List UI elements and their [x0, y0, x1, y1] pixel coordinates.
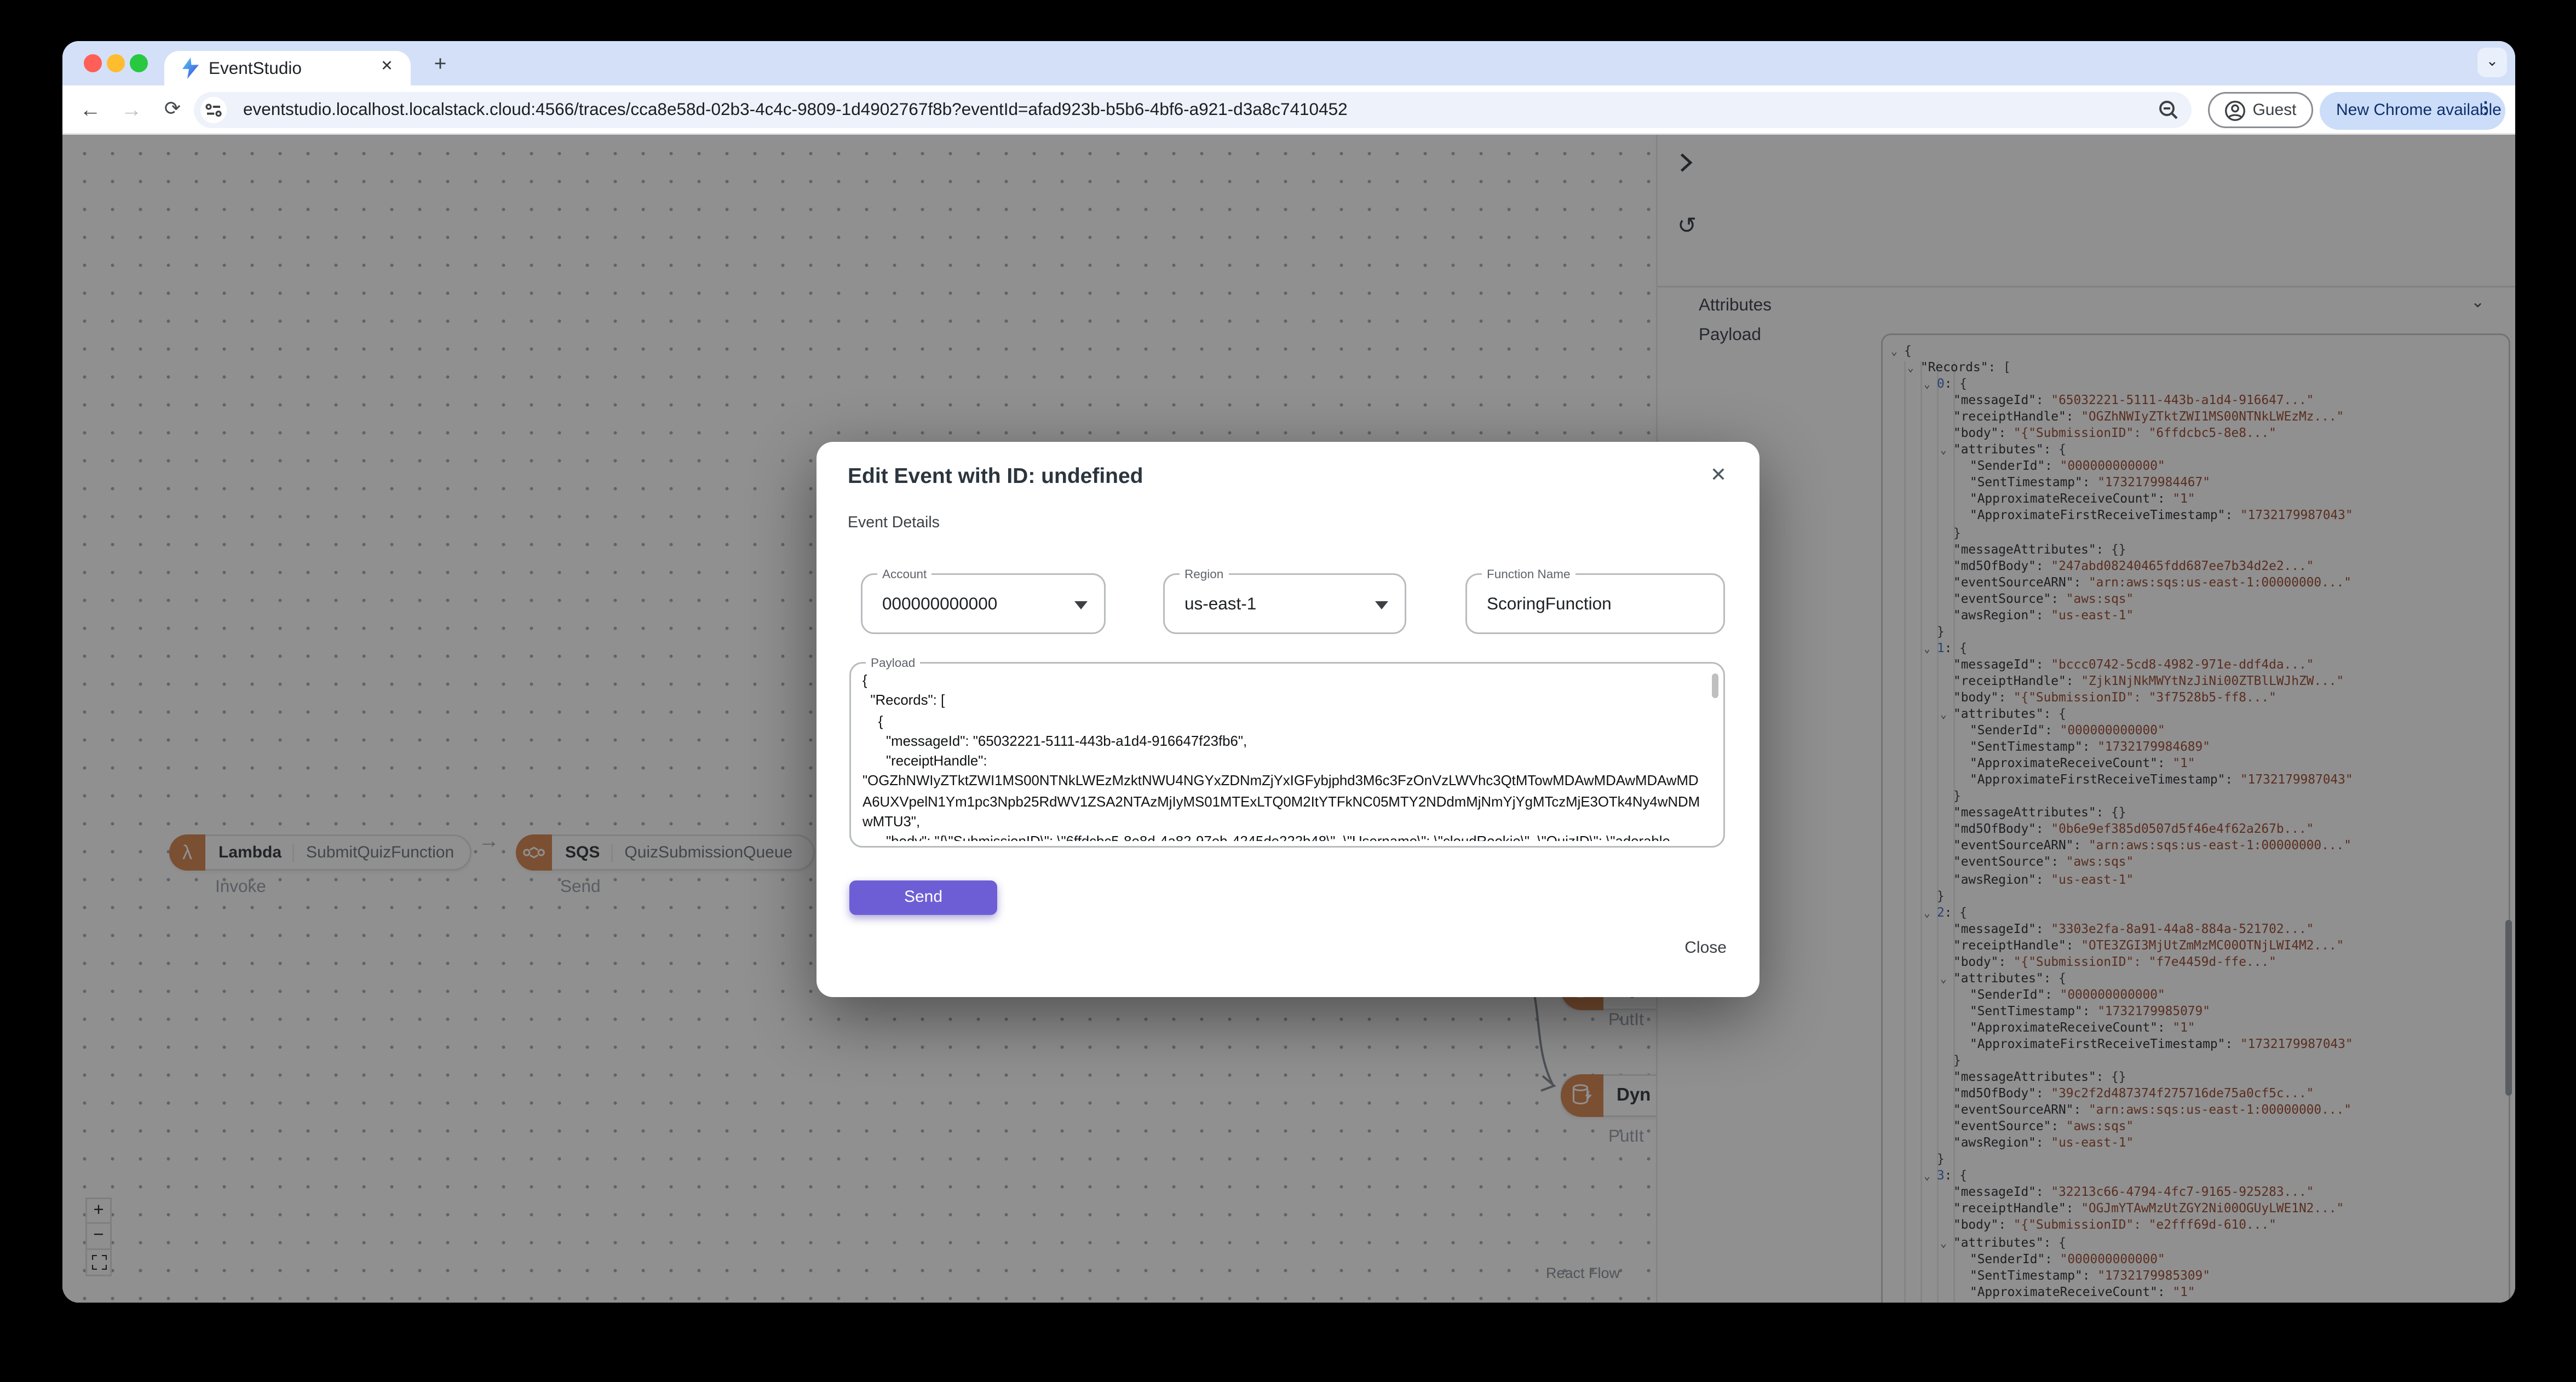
region-select[interactable]: Region us-east-1 — [1163, 567, 1406, 634]
forward-button: → — [120, 97, 142, 122]
avatar-icon — [2225, 100, 2246, 120]
function-name-value: ScoringFunction — [1487, 595, 1612, 614]
reload-button[interactable]: ⟳ — [158, 85, 187, 135]
modal-close-icon[interactable]: ✕ — [1705, 462, 1732, 488]
region-value: us-east-1 — [1185, 595, 1257, 614]
send-button[interactable]: Send — [849, 880, 997, 915]
back-button[interactable]: ← — [76, 85, 105, 135]
guest-label: Guest — [2252, 101, 2297, 119]
macos-zoom-button[interactable] — [130, 54, 148, 72]
dropdown-caret-icon — [1375, 601, 1388, 609]
event-details-label: Event Details — [848, 514, 940, 532]
tab-search-chevron-icon[interactable]: ⌄ — [2477, 48, 2507, 77]
tab-title: EventStudio — [209, 58, 302, 78]
function-name-input[interactable]: Function Name ScoringFunction — [1465, 567, 1725, 634]
page-content: λ Lambda SubmitQuizFunction Invoke → SQS — [62, 135, 2515, 1303]
browser-window: EventStudio ✕ + ⌄ ← → ⟳ eventstudio.loca… — [62, 41, 2515, 1303]
tab-eventstudio[interactable]: EventStudio ✕ — [164, 51, 411, 85]
eventstudio-favicon-icon — [182, 57, 199, 79]
edit-event-modal: Edit Event with ID: undefined ✕ Event De… — [817, 442, 1760, 997]
account-value: 000000000000 — [882, 595, 998, 614]
tab-close-icon[interactable]: ✕ — [376, 56, 398, 77]
macos-close-button[interactable] — [84, 54, 102, 72]
payload-text[interactable]: { "Records": [ { "messageId": "65032221-… — [863, 670, 1702, 841]
payload-textarea[interactable]: Payload { "Records": [ { "messageId": "6… — [849, 655, 1725, 848]
modal-title: Edit Event with ID: undefined — [848, 463, 1143, 488]
site-info-icon[interactable] — [200, 97, 227, 123]
chrome-update-button[interactable]: New Chrome available ⋮ — [2320, 91, 2505, 129]
url-text[interactable]: eventstudio.localhost.localstack.cloud:4… — [243, 92, 1348, 128]
account-select[interactable]: Account 000000000000 — [861, 567, 1106, 634]
screen: EventStudio ✕ + ⌄ ← → ⟳ eventstudio.loca… — [0, 0, 2576, 1382]
chrome-update-label: New Chrome available — [2336, 101, 2502, 119]
macos-minimize-button[interactable] — [107, 54, 125, 72]
browser-menu-icon[interactable]: ⋮ — [2477, 91, 2494, 129]
new-tab-button[interactable]: + — [427, 51, 453, 77]
browser-toolbar: ← → ⟳ eventstudio.localhost.localstack.c… — [62, 85, 2515, 135]
zoom-indicator-icon[interactable] — [2157, 99, 2180, 122]
address-bar[interactable]: eventstudio.localhost.localstack.cloud:4… — [194, 92, 2192, 128]
close-button[interactable]: Close — [1684, 940, 1727, 958]
tab-strip: EventStudio ✕ + ⌄ — [62, 41, 2515, 85]
payload-label: Payload — [866, 655, 921, 670]
dropdown-caret-icon — [1074, 601, 1088, 609]
payload-scrollbar[interactable] — [1712, 673, 1718, 698]
guest-profile-button[interactable]: Guest — [2208, 92, 2313, 128]
